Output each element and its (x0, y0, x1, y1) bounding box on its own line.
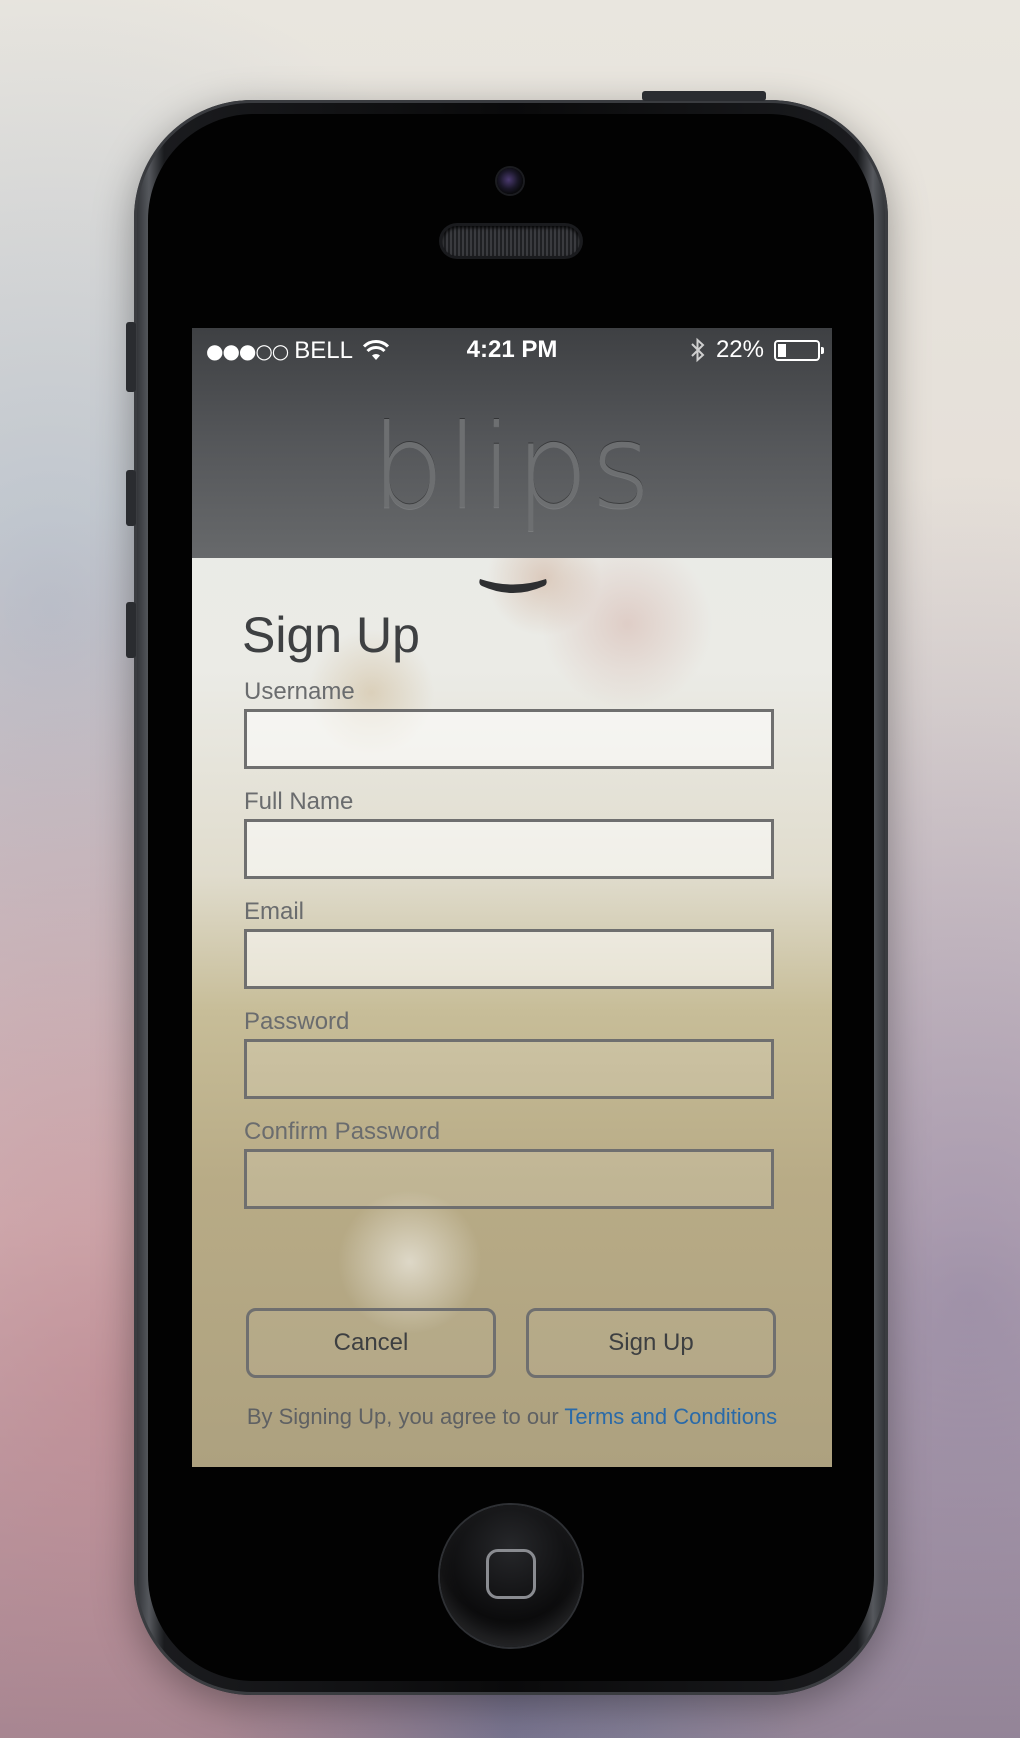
earpiece-speaker (442, 226, 580, 256)
chevron-down-icon[interactable] (474, 574, 552, 600)
confirm-password-label: Confirm Password (244, 1118, 441, 1145)
sign-up-button[interactable]: Sign Up (526, 1308, 776, 1378)
volume-up-button (126, 470, 136, 526)
username-label: Username (244, 678, 355, 705)
silent-switch (126, 322, 136, 392)
email-input[interactable] (244, 929, 774, 989)
app-screen: ●●●○○ BELL 4:21 PM 22% blips Sign Up Use… (192, 328, 832, 1467)
terms-text: By Signing Up, you agree to our (246, 1404, 565, 1429)
status-right: 22% (690, 336, 824, 364)
home-button[interactable] (440, 1505, 582, 1647)
bluetooth-icon (691, 337, 705, 363)
home-button-icon (486, 1549, 536, 1599)
power-button (642, 91, 766, 101)
status-bar: ●●●○○ BELL 4:21 PM 22% (192, 328, 832, 374)
app-logo: blips (370, 400, 654, 535)
confirm-password-input[interactable] (244, 1149, 774, 1209)
full-name-input[interactable] (244, 819, 774, 879)
terms-notice: By Signing Up, you agree to our Terms an… (192, 1404, 832, 1430)
username-input[interactable] (244, 709, 774, 769)
volume-down-button (126, 602, 136, 658)
terms-link[interactable]: Terms and Conditions (564, 1404, 777, 1429)
battery-icon (774, 339, 824, 361)
phone-device: ●●●○○ BELL 4:21 PM 22% blips Sign Up Use… (126, 91, 888, 1695)
full-name-label: Full Name (244, 788, 354, 815)
battery-percent: 22% (715, 336, 764, 363)
front-camera (497, 168, 523, 194)
page-title: Sign Up (242, 607, 420, 663)
password-label: Password (244, 1008, 350, 1035)
password-input[interactable] (244, 1039, 774, 1099)
cancel-button[interactable]: Cancel (246, 1308, 496, 1378)
email-label: Email (244, 898, 305, 925)
battery-fill (778, 343, 786, 357)
